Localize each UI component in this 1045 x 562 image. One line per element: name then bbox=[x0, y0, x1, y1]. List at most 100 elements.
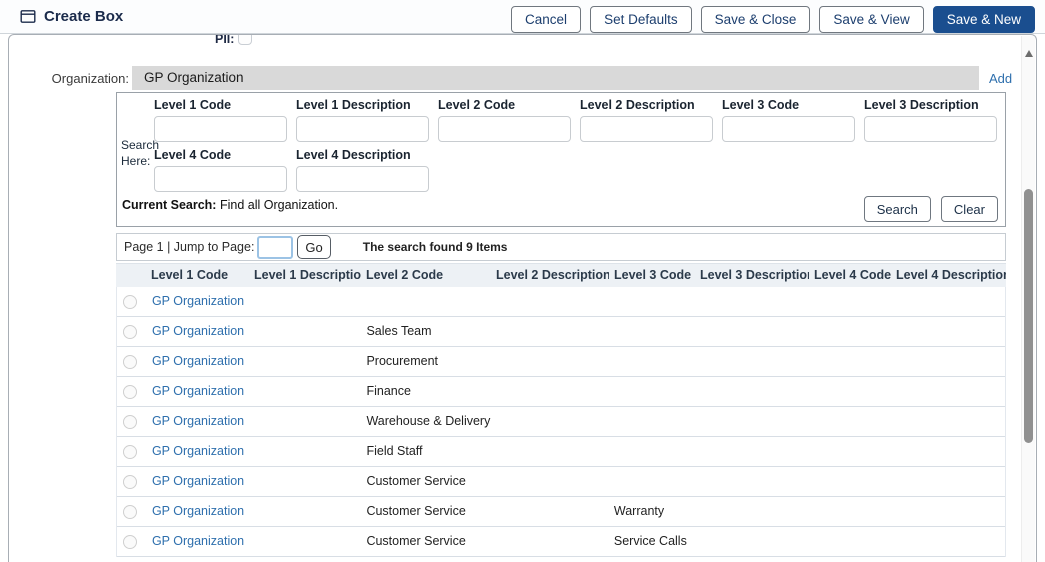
create-box-form-panel: PII: Organization: GP Organization Add S… bbox=[8, 34, 1037, 562]
table-cell: Finance bbox=[361, 377, 491, 406]
table-cell bbox=[695, 497, 809, 526]
search-actions: Search Clear bbox=[864, 196, 998, 222]
jump-to-page-input[interactable] bbox=[257, 236, 293, 259]
table-cell bbox=[808, 317, 890, 346]
go-button[interactable]: Go bbox=[297, 235, 330, 259]
column-header: Level 2 Description bbox=[491, 264, 609, 287]
table-cell: Customer Service bbox=[361, 497, 491, 526]
scrollbar-up-arrow-icon[interactable] bbox=[1025, 50, 1033, 57]
level-3-description-label: Level 3 Description bbox=[864, 98, 1000, 112]
table-cell bbox=[808, 347, 890, 376]
table-cell bbox=[695, 377, 809, 406]
pii-label: PII: bbox=[215, 34, 234, 46]
table-cell bbox=[250, 287, 362, 316]
organization-link[interactable]: GP Organization bbox=[147, 347, 250, 376]
level-4-description-field: Level 4 Description bbox=[296, 148, 432, 192]
row-select-radio[interactable] bbox=[123, 505, 137, 519]
level-3-description-input[interactable] bbox=[864, 116, 997, 142]
table-row: GP OrganizationCustomer ServiceService C… bbox=[117, 527, 1005, 557]
row-select-radio[interactable] bbox=[123, 475, 137, 489]
save-and-new-button[interactable]: Save & New bbox=[933, 6, 1035, 33]
organization-link[interactable]: GP Organization bbox=[147, 467, 250, 496]
table-cell bbox=[890, 287, 1005, 316]
organization-link[interactable]: GP Organization bbox=[147, 527, 250, 556]
current-search-label: Current Search: bbox=[122, 198, 216, 212]
level-2-code-input[interactable] bbox=[438, 116, 571, 142]
table-cell bbox=[250, 467, 362, 496]
set-defaults-button[interactable]: Set Defaults bbox=[590, 6, 692, 33]
table-row: GP Organization bbox=[117, 287, 1005, 317]
table-cell bbox=[695, 287, 809, 316]
add-link[interactable]: Add bbox=[989, 71, 1012, 86]
table-cell bbox=[890, 347, 1005, 376]
table-cell bbox=[609, 437, 695, 466]
table-cell bbox=[250, 497, 362, 526]
pii-checkbox[interactable] bbox=[238, 34, 252, 45]
level-4-code-input[interactable] bbox=[154, 166, 287, 192]
table-cell bbox=[808, 407, 890, 436]
table-cell bbox=[890, 527, 1005, 556]
cancel-button[interactable]: Cancel bbox=[511, 6, 581, 33]
table-cell bbox=[609, 407, 695, 436]
table-cell bbox=[491, 407, 609, 436]
row-select-radio[interactable] bbox=[123, 295, 137, 309]
table-cell bbox=[808, 467, 890, 496]
organization-link[interactable]: GP Organization bbox=[147, 407, 250, 436]
organization-link[interactable]: GP Organization bbox=[147, 317, 250, 346]
organization-link[interactable]: GP Organization bbox=[147, 287, 250, 316]
table-cell bbox=[890, 467, 1005, 496]
page-title: Create Box bbox=[44, 8, 123, 25]
table-cell bbox=[695, 347, 809, 376]
table-cell bbox=[609, 317, 695, 346]
level-3-code-input[interactable] bbox=[722, 116, 855, 142]
level-1-description-input[interactable] bbox=[296, 116, 429, 142]
search-results-count: The search found 9 Items bbox=[363, 240, 508, 254]
save-and-close-button[interactable]: Save & Close bbox=[701, 6, 811, 33]
level-3-code-field: Level 3 Code bbox=[722, 98, 858, 142]
organization-selected-value[interactable]: GP Organization bbox=[132, 66, 979, 90]
table-row: GP Organization Customer Service bbox=[117, 467, 1005, 497]
table-cell: Customer Service bbox=[361, 467, 491, 496]
table-cell bbox=[491, 527, 609, 556]
scrollbar-thumb[interactable] bbox=[1024, 189, 1033, 443]
organization-link[interactable]: GP Organization bbox=[147, 377, 250, 406]
row-select-radio[interactable] bbox=[123, 445, 137, 459]
table-cell bbox=[890, 377, 1005, 406]
organization-link[interactable]: GP Organization bbox=[147, 497, 250, 526]
table-cell bbox=[250, 527, 362, 556]
search-button[interactable]: Search bbox=[864, 196, 931, 222]
table-cell bbox=[491, 317, 609, 346]
save-and-view-button[interactable]: Save & View bbox=[819, 6, 923, 33]
row-select-radio[interactable] bbox=[123, 535, 137, 549]
column-header: Level 1 Description bbox=[249, 264, 361, 287]
table-row: GP OrganizationCustomer ServiceWarranty bbox=[117, 497, 1005, 527]
table-row: GP Organization Finance bbox=[117, 377, 1005, 407]
organization-link[interactable]: GP Organization bbox=[147, 437, 250, 466]
table-cell bbox=[695, 407, 809, 436]
table-cell bbox=[361, 287, 491, 316]
level-1-code-input[interactable] bbox=[154, 116, 287, 142]
level-4-code-label: Level 4 Code bbox=[154, 148, 290, 162]
organization-search-box: Search Here: Level 1 Code Level 1 Descri… bbox=[116, 92, 1006, 227]
row-select-radio[interactable] bbox=[123, 325, 137, 339]
table-cell bbox=[695, 317, 809, 346]
vertical-scrollbar[interactable] bbox=[1021, 36, 1035, 562]
level-4-description-input[interactable] bbox=[296, 166, 429, 192]
results-table-header: Level 1 CodeLevel 1 DescriptionLevel 2 C… bbox=[116, 263, 1006, 287]
column-header: Level 1 Code bbox=[146, 264, 249, 287]
table-cell bbox=[808, 527, 890, 556]
table-cell bbox=[250, 407, 362, 436]
pagination-bar: Page 1 | Jump to Page: Go The search fou… bbox=[116, 233, 1006, 261]
level-2-description-input[interactable] bbox=[580, 116, 713, 142]
current-search-text: Current Search: Find all Organization. bbox=[122, 198, 338, 212]
table-cell: Customer Service bbox=[361, 527, 491, 556]
search-here-label: Search Here: bbox=[121, 137, 155, 169]
row-select-radio[interactable] bbox=[123, 385, 137, 399]
level-2-code-field: Level 2 Code bbox=[438, 98, 574, 142]
column-header: Level 4 Code bbox=[809, 264, 891, 287]
table-row: GP OrganizationSales Team bbox=[117, 317, 1005, 347]
row-select-radio[interactable] bbox=[123, 415, 137, 429]
row-select-radio[interactable] bbox=[123, 355, 137, 369]
clear-button[interactable]: Clear bbox=[941, 196, 998, 222]
table-cell bbox=[491, 497, 609, 526]
